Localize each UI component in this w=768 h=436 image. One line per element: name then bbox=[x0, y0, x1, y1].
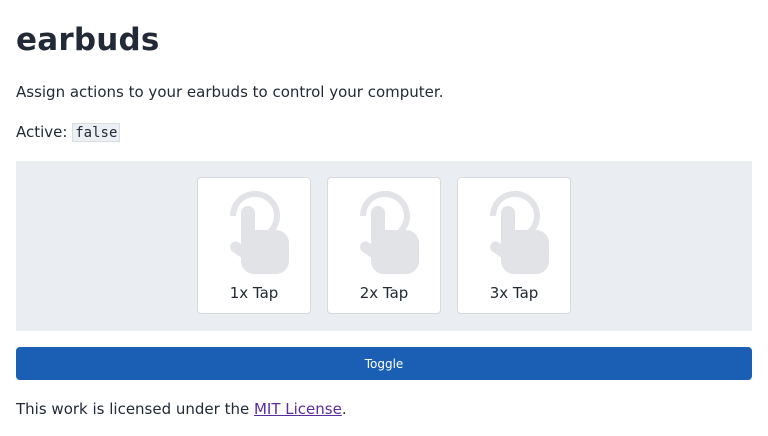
tap-label: 2x Tap bbox=[359, 284, 409, 302]
license-footer: This work is licensed under the MIT Lice… bbox=[16, 389, 752, 429]
page-title: earbuds bbox=[16, 22, 160, 58]
active-label: Active: bbox=[16, 123, 73, 141]
tap-hand-icon bbox=[489, 190, 549, 274]
tap-card-3x[interactable]: 3x Tap bbox=[457, 177, 571, 314]
active-value: false bbox=[72, 123, 121, 142]
tap-card-2x[interactable]: 2x Tap bbox=[327, 177, 441, 314]
active-status: Active: false bbox=[16, 112, 752, 153]
tap-label: 1x Tap bbox=[229, 284, 279, 302]
page: earbuds Assign actions to your earbuds t… bbox=[0, 0, 768, 429]
tap-panel: 1x Tap 2x Tap 3x Tap bbox=[16, 161, 752, 331]
tap-label: 3x Tap bbox=[489, 284, 539, 302]
license-suffix: . bbox=[341, 400, 347, 418]
page-description: Assign actions to your earbuds to contro… bbox=[16, 83, 444, 101]
license-prefix: This work is licensed under the bbox=[16, 400, 254, 418]
toggle-button[interactable]: Toggle bbox=[16, 347, 752, 380]
tap-card-1x[interactable]: 1x Tap bbox=[197, 177, 311, 314]
mit-license-link[interactable]: MIT License bbox=[254, 400, 342, 418]
tap-hand-icon bbox=[229, 190, 289, 274]
tap-hand-icon bbox=[359, 190, 419, 274]
